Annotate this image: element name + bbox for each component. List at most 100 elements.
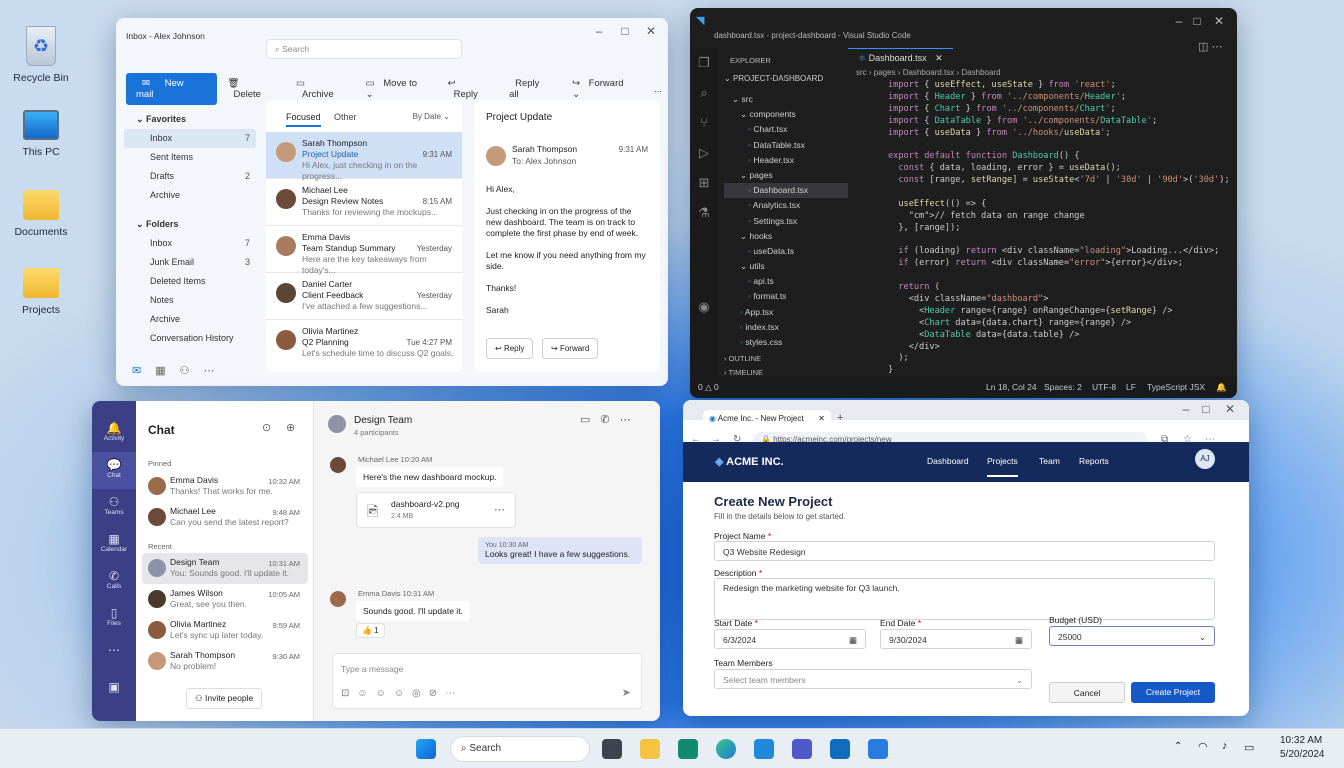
tab-other[interactable]: Other xyxy=(334,112,357,122)
browser-tab[interactable]: ◉ Acme Inc. - New Project ✕ xyxy=(703,410,831,430)
close-tab-icon[interactable]: ✕ xyxy=(818,414,825,423)
cursor-position[interactable]: Ln 18, Col 24 xyxy=(986,376,1037,398)
chat-item[interactable]: Design Team You: Sounds good. I'll update… xyxy=(142,553,308,584)
video-call-icon[interactable]: ▭ xyxy=(580,414,600,426)
start-date-input[interactable]: 6/3/2024 ▦ xyxy=(714,629,866,649)
chat-item[interactable]: Olivia Martinez Let's sync up later today… xyxy=(136,615,314,646)
store-icon[interactable] xyxy=(678,739,698,759)
rail-files[interactable]: ▯ Files xyxy=(92,600,136,637)
tree-file[interactable]: ◦ format.ts xyxy=(724,289,848,304)
sort-dropdown[interactable]: By Date ⌄ xyxy=(413,112,450,121)
chat-item[interactable]: Emma Davis Thanks! That works for me. 10:3… xyxy=(136,471,314,502)
create-project-button[interactable]: Create Project xyxy=(1131,682,1215,703)
forward-button[interactable]: ↪ Forward xyxy=(542,338,599,359)
close-button[interactable]: ✕ xyxy=(1219,402,1241,416)
split-editor-icon[interactable]: ◫ xyxy=(1198,41,1208,53)
list-item[interactable]: Emma Davis Team Standup Summary Here are t… xyxy=(266,226,462,275)
store-icon[interactable]: ▣ xyxy=(92,674,136,711)
tree-file[interactable]: ◦ Settings.tsx xyxy=(724,214,848,229)
project-name-input[interactable]: Q3 Website Redesign xyxy=(714,541,1215,561)
tree-folder[interactable]: ⌄ src xyxy=(724,92,848,107)
maximize-button[interactable]: □ xyxy=(1186,14,1208,28)
more-icon[interactable]: ⋯ xyxy=(620,414,641,426)
tree-file[interactable]: ◦ App.tsx xyxy=(724,305,848,320)
tree-folder[interactable]: ⌄ utils xyxy=(724,259,848,274)
calendar-icon[interactable]: ▦ xyxy=(849,630,857,650)
briefcase-icon[interactable] xyxy=(868,739,888,759)
rail-calendar[interactable]: ▦ Calendar xyxy=(92,526,136,563)
site-logo[interactable]: ◈ ACME INC. xyxy=(715,455,784,468)
edge-icon[interactable] xyxy=(716,739,736,759)
clock-date[interactable]: 5/20/2024 xyxy=(1280,749,1325,760)
nav-item-deleted[interactable]: Deleted Items xyxy=(124,272,256,291)
files-icon[interactable]: ❐ xyxy=(690,48,718,78)
nav-item-junk[interactable]: Junk Email 3 xyxy=(124,253,256,272)
format-icon[interactable]: ⊡ xyxy=(341,688,357,699)
teams-icon[interactable] xyxy=(792,739,812,759)
sticker-icon[interactable]: ☺ xyxy=(394,688,412,699)
nav-item-archive[interactable]: Archive xyxy=(124,310,256,329)
wifi-icon[interactable]: ◠ xyxy=(1198,740,1208,753)
more-icon[interactable]: ⋯ xyxy=(1211,41,1222,53)
emoji-icon[interactable]: ☺ xyxy=(357,688,375,699)
tree-file[interactable]: ◦ DataTable.tsx xyxy=(724,138,848,153)
budget-select[interactable]: 25000 ⌄ xyxy=(1049,626,1215,646)
notifications-icon[interactable]: 🔔 xyxy=(1216,376,1227,398)
project-label[interactable]: ⌄ PROJECT-DASHBOARD xyxy=(724,74,823,83)
rail-teams[interactable]: ⚇ Teams xyxy=(92,489,136,526)
chevron-up-icon[interactable]: ⌃ xyxy=(1174,741,1182,752)
nav-dashboard[interactable]: Dashboard xyxy=(927,456,969,466)
reply-button[interactable]: ↩ Reply xyxy=(486,338,534,359)
rail-chat[interactable]: 💬 Chat xyxy=(92,452,136,489)
clock-time[interactable]: 10:32 AM xyxy=(1280,735,1322,746)
list-item[interactable]: Michael Lee Design Review Notes Thanks for… xyxy=(266,179,462,226)
list-item[interactable]: Sarah Thompson Project Update Hi Alex, jus… xyxy=(266,132,462,181)
send-icon[interactable]: ➤ xyxy=(622,686,631,699)
tree-folder[interactable]: ⌄ pages xyxy=(724,168,848,183)
new-mail-button[interactable]: ✉ New mail xyxy=(126,73,218,105)
taskbar-search[interactable]: ⌕ Search xyxy=(450,736,590,762)
minimize-button[interactable]: – xyxy=(588,24,610,38)
source-control-icon[interactable]: ⑂ xyxy=(690,108,718,138)
run-debug-icon[interactable]: ▷ xyxy=(690,138,718,168)
start-button[interactable] xyxy=(416,739,436,759)
mail-icon[interactable]: ✉ xyxy=(132,365,155,377)
search-icon[interactable]: ⌕ xyxy=(690,78,718,108)
file-attachment[interactable]: 🖻 dashboard-v2.png 2.4 MB ⋯ xyxy=(356,492,516,528)
list-item[interactable]: Olivia Martinez Q2 Planning Let's schedule… xyxy=(266,320,462,367)
end-date-input[interactable]: 9/30/2024 ▦ xyxy=(880,629,1032,649)
tab-focused[interactable]: Focused xyxy=(286,112,321,127)
encoding[interactable]: UTF-8 xyxy=(1092,376,1116,398)
gif-icon[interactable]: ☺ xyxy=(376,688,394,699)
tree-file[interactable]: ◦ styles.css xyxy=(724,335,848,350)
nav-item-inbox[interactable]: Inbox 7 xyxy=(124,234,256,253)
vscode-icon[interactable] xyxy=(754,739,774,759)
more-button[interactable]: ... xyxy=(648,80,668,99)
nav-item-archive[interactable]: Archive xyxy=(124,186,256,205)
code-editor[interactable]: import { useEffect, useState } from 'rea… xyxy=(888,80,1230,377)
outlook-icon[interactable] xyxy=(830,739,850,759)
list-item[interactable]: Daniel Carter Client Feedback I've attache… xyxy=(266,273,462,320)
nav-item-sent[interactable]: Sent Items xyxy=(124,148,256,167)
extensions-icon[interactable]: ⊞ xyxy=(690,168,718,198)
user-avatar[interactable]: AJ xyxy=(1195,449,1215,469)
nav-item-notes[interactable]: Notes xyxy=(124,291,256,310)
chat-item[interactable]: Michael Lee Can you send the latest repor… xyxy=(136,502,314,533)
folders-header[interactable]: ⌄ Folders xyxy=(124,215,256,234)
close-button[interactable]: ✕ xyxy=(640,24,662,38)
compose-box[interactable]: Type a message ⊡☺☺☺◎⊘⋯ ➤ xyxy=(332,653,642,709)
new-chat-icon[interactable]: ⊕ xyxy=(286,421,295,434)
problems-status[interactable]: 0 △ 0 xyxy=(698,376,719,398)
minimize-button[interactable]: – xyxy=(1175,402,1197,416)
account-icon[interactable]: ◉ xyxy=(690,292,718,322)
close-tab-icon[interactable]: ✕ xyxy=(935,53,943,63)
volume-icon[interactable]: ♪ xyxy=(1222,740,1228,752)
rail-activity[interactable]: 🔔 Activity xyxy=(92,415,136,452)
favorites-header[interactable]: ⌄ Favorites xyxy=(124,110,256,129)
nav-item-inbox[interactable]: Inbox 7 xyxy=(124,129,256,148)
task-view-icon[interactable] xyxy=(602,739,622,759)
nav-reports[interactable]: Reports xyxy=(1079,456,1109,466)
desktop-icon-documents[interactable]: Documents xyxy=(6,190,76,238)
tree-file[interactable]: ◦ Chart.tsx xyxy=(724,122,848,137)
outline-section[interactable]: › OUTLINE xyxy=(724,354,761,363)
